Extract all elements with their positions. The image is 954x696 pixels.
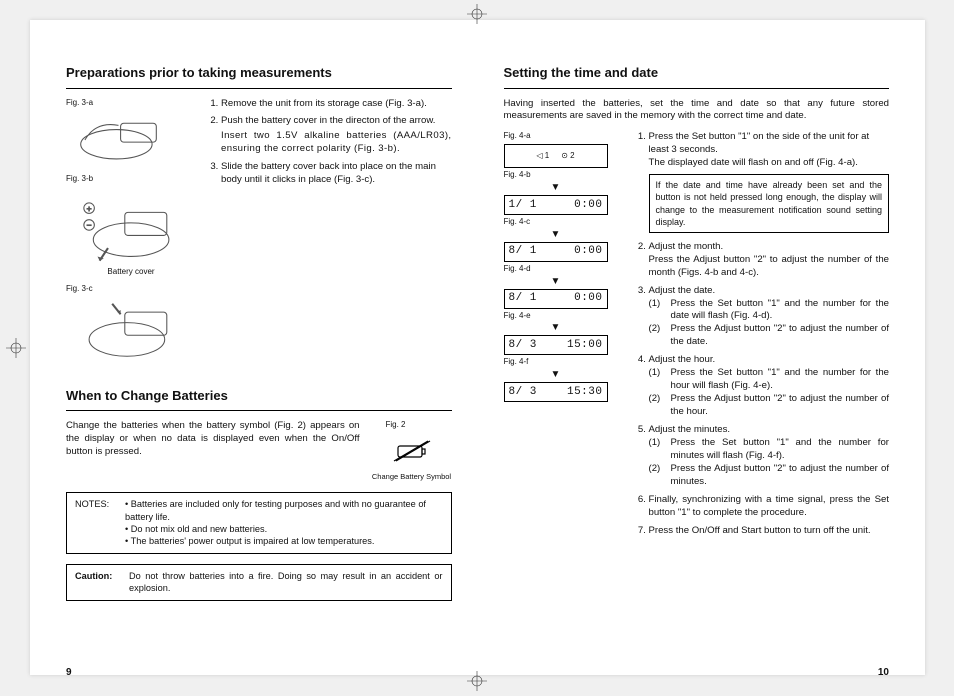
change-batt-text: Change the batteries when the battery sy… bbox=[66, 420, 360, 459]
rule-3 bbox=[504, 88, 890, 89]
notes-label: NOTES: bbox=[75, 498, 119, 548]
lcd-4f: 8/ 315:30 bbox=[504, 382, 608, 402]
battery-symbol-icon bbox=[388, 437, 436, 465]
caution-text: Do not throw batteries into a fire. Doin… bbox=[129, 570, 443, 595]
page-number-left: 9 bbox=[66, 666, 72, 680]
change-batt-heading: When to Change Batteries bbox=[66, 387, 452, 405]
settime-heading: Setting the time and date bbox=[504, 64, 890, 82]
arrow-icon: ▼ bbox=[504, 370, 608, 380]
fig-3a-image bbox=[66, 110, 192, 168]
settime-figures: Fig. 4-a ◁ 1 ⊙ 2 Fig. 4-b ▼ 1/ 10:00 Fig… bbox=[504, 131, 622, 542]
lcd-4e: 8/ 315:00 bbox=[504, 335, 608, 355]
fig-4a-label: Fig. 4-a bbox=[504, 131, 622, 142]
arrow-icon: ▼ bbox=[504, 230, 608, 240]
set-step-3: Adjust the date. (1)Press the Set button… bbox=[649, 285, 890, 350]
fig-4e-label: Fig. 4-e bbox=[504, 311, 622, 322]
fig-4b-label: Fig. 4-b bbox=[504, 170, 622, 181]
prep-step-2: Push the battery cover in the directon o… bbox=[221, 115, 452, 156]
left-page: Preparations prior to taking measurement… bbox=[66, 64, 452, 655]
settime-steps: Press the Set button "1" on the side of … bbox=[634, 131, 890, 542]
page-number-right: 10 bbox=[878, 666, 889, 680]
prep-figures: Fig. 3-a Fig. 3-b + − bbox=[66, 98, 196, 369]
fig-3c-image bbox=[66, 297, 192, 363]
battery-cover-caption: Battery cover bbox=[66, 267, 196, 278]
set-step-1: Press the Set button "1" on the side of … bbox=[649, 131, 890, 232]
fig-3b-image: + − bbox=[66, 187, 192, 265]
prep-steps: Remove the unit from its storage case (F… bbox=[206, 98, 452, 369]
right-page: Setting the time and date Having inserte… bbox=[504, 64, 890, 655]
fig-2-label: Fig. 2 bbox=[386, 420, 452, 431]
set-step-4: Adjust the hour. (1)Press the Set button… bbox=[649, 354, 890, 419]
fig-4d-label: Fig. 4-d bbox=[504, 264, 622, 275]
fig-4a-box: ◁ 1 ⊙ 2 bbox=[504, 144, 608, 168]
prep-heading: Preparations prior to taking measurement… bbox=[66, 64, 452, 82]
fig-3a-label: Fig. 3-a bbox=[66, 98, 196, 109]
info-box: If the date and time have already been s… bbox=[649, 174, 890, 233]
svg-text:−: − bbox=[87, 220, 92, 230]
arrow-icon: ▼ bbox=[504, 277, 608, 287]
note-item: Batteries are included only for testing … bbox=[125, 498, 443, 523]
set-step-2: Adjust the month. Press the Adjust butto… bbox=[649, 241, 890, 280]
fig-2-caption: Change Battery Symbol bbox=[372, 472, 452, 482]
svg-text:+: + bbox=[87, 203, 92, 213]
fig-3c-label: Fig. 3-c bbox=[66, 284, 196, 295]
crop-mark-icon bbox=[467, 4, 487, 24]
crop-mark-icon bbox=[467, 671, 487, 691]
fig-4f-label: Fig. 4-f bbox=[504, 357, 622, 368]
settime-intro: Having inserted the batteries, set the t… bbox=[504, 98, 890, 124]
notes-list: Batteries are included only for testing … bbox=[125, 498, 443, 548]
fig-4c-label: Fig. 4-c bbox=[504, 217, 622, 228]
fig-3b-label: Fig. 3-b bbox=[66, 174, 196, 185]
fig-2: Fig. 2 Change Battery Symbol bbox=[372, 420, 452, 482]
prep-step-2-extra: Insert two 1.5V alkaline batteries (AAA/… bbox=[221, 130, 452, 156]
caution-label: Caution: bbox=[75, 570, 123, 595]
crop-mark-icon bbox=[6, 338, 26, 358]
set-step-7: Press the On/Off and Start button to tur… bbox=[649, 525, 890, 538]
notes-box: NOTES: Batteries are included only for t… bbox=[66, 492, 452, 554]
caution-box: Caution: Do not throw batteries into a f… bbox=[66, 564, 452, 601]
set-step-6: Finally, synchronizing with a time signa… bbox=[649, 494, 890, 520]
note-item: Do not mix old and new batteries. bbox=[125, 523, 443, 535]
lcd-4b: 1/ 10:00 bbox=[504, 195, 608, 215]
rule-2 bbox=[66, 410, 452, 411]
lcd-4c: 8/ 10:00 bbox=[504, 242, 608, 262]
arrow-icon: ▼ bbox=[504, 323, 608, 333]
set-step-5: Adjust the minutes. (1)Press the Set but… bbox=[649, 424, 890, 489]
rule bbox=[66, 88, 452, 89]
note-item: The batteries' power output is impaired … bbox=[125, 535, 443, 547]
lcd-4d: 8/ 10:00 bbox=[504, 289, 608, 309]
prep-step-1: Remove the unit from its storage case (F… bbox=[221, 98, 452, 111]
arrow-icon: ▼ bbox=[504, 183, 608, 193]
prep-step-3: Slide the battery cover back into place … bbox=[221, 161, 452, 187]
